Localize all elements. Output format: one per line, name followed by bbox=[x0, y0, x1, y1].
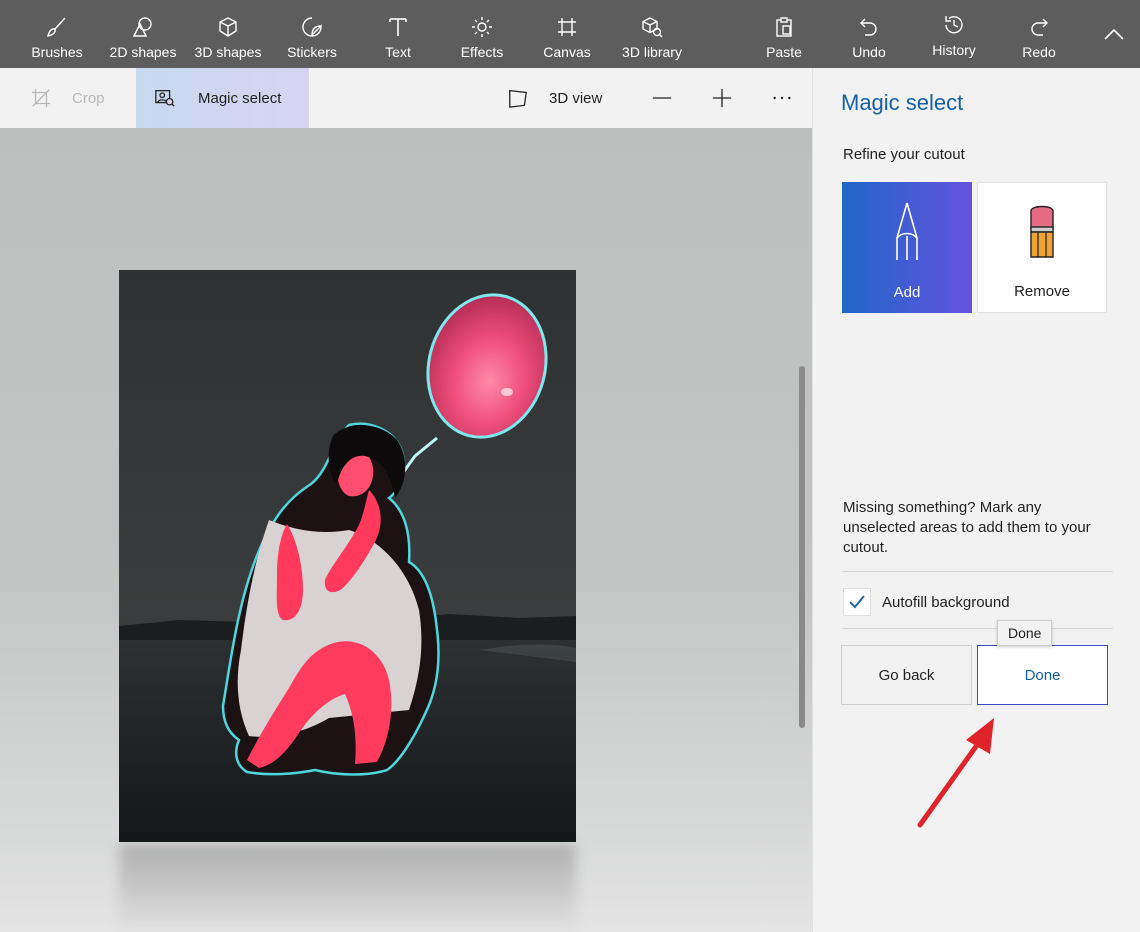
3d-view-label: 3D view bbox=[549, 89, 603, 107]
vertical-scrollbar[interactable] bbox=[799, 366, 805, 728]
add-label: Add bbox=[893, 284, 921, 301]
chevron-up-icon[interactable] bbox=[1102, 26, 1126, 42]
history-button[interactable]: History bbox=[928, 0, 980, 68]
crop-icon bbox=[31, 88, 51, 108]
more-icon bbox=[773, 96, 791, 100]
undo-label: Undo bbox=[852, 44, 886, 60]
divider bbox=[842, 571, 1113, 572]
magic-select-label: Magic select bbox=[198, 89, 282, 107]
cube-icon bbox=[219, 17, 237, 37]
text-icon bbox=[389, 18, 407, 36]
go-back-button[interactable]: Go back bbox=[841, 645, 972, 705]
annotation-arrow-icon bbox=[917, 718, 994, 828]
3d-library-label: 3D library bbox=[622, 44, 682, 60]
pencil-icon bbox=[896, 202, 918, 260]
2d-shapes-label: 2D shapes bbox=[109, 44, 177, 60]
photo-canvas[interactable] bbox=[119, 270, 576, 842]
top-toolbar: Brushes 2D shapes 3D shapes Stickers Tex… bbox=[0, 0, 1140, 68]
zoom-in-button[interactable] bbox=[710, 68, 734, 128]
more-options-button[interactable] bbox=[770, 68, 794, 128]
canvas-area[interactable] bbox=[0, 128, 812, 932]
2d-shapes-button[interactable]: 2D shapes bbox=[107, 0, 179, 68]
2d-shapes-icon bbox=[132, 17, 152, 37]
history-icon bbox=[945, 16, 963, 34]
canvas-label: Canvas bbox=[543, 44, 591, 60]
text-label: Text bbox=[385, 44, 411, 60]
stickers-button[interactable]: Stickers bbox=[284, 0, 340, 68]
paste-label: Paste bbox=[766, 44, 802, 60]
brush-icon bbox=[47, 17, 66, 37]
magic-select-button[interactable]: Magic select bbox=[136, 68, 309, 128]
redo-label: Redo bbox=[1022, 44, 1056, 60]
done-button[interactable]: Done bbox=[977, 645, 1108, 705]
autofill-background-checkbox[interactable]: Autofill background bbox=[843, 588, 1010, 616]
checkbox[interactable] bbox=[843, 588, 871, 616]
brushes-label: Brushes bbox=[31, 44, 83, 60]
3d-shapes-button[interactable]: 3D shapes bbox=[192, 0, 264, 68]
sun-icon bbox=[472, 17, 492, 37]
undo-icon bbox=[860, 18, 877, 36]
history-label: History bbox=[932, 42, 976, 58]
eraser-icon bbox=[1030, 205, 1054, 258]
redo-button[interactable]: Redo bbox=[1018, 0, 1060, 68]
effects-label: Effects bbox=[460, 44, 504, 60]
autofill-label: Autofill background bbox=[882, 593, 1010, 611]
canvas-icon bbox=[558, 18, 576, 36]
canvas-button[interactable]: Canvas bbox=[542, 0, 592, 68]
sticker-icon bbox=[302, 17, 322, 37]
done-tooltip: Done bbox=[997, 620, 1053, 646]
plus-icon bbox=[712, 88, 732, 108]
crop-button[interactable]: Crop bbox=[30, 68, 105, 128]
hint-text: Missing something? Mark any unselected a… bbox=[843, 499, 1091, 556]
effects-button[interactable]: Effects bbox=[458, 0, 506, 68]
paste-icon bbox=[776, 17, 792, 37]
3d-library-icon bbox=[642, 17, 663, 38]
3d-shapes-label: 3D shapes bbox=[194, 44, 262, 60]
add-mode-button[interactable]: Add bbox=[842, 182, 972, 313]
divider bbox=[842, 628, 1113, 629]
text-button[interactable]: Text bbox=[378, 0, 418, 68]
stickers-label: Stickers bbox=[287, 44, 337, 60]
paste-button[interactable]: Paste bbox=[763, 0, 805, 68]
panel-subtitle: Refine your cutout bbox=[843, 146, 965, 163]
photo-shadow bbox=[119, 844, 576, 932]
magic-select-icon bbox=[155, 90, 175, 107]
brushes-button[interactable]: Brushes bbox=[28, 0, 86, 68]
crop-label: Crop bbox=[72, 89, 105, 107]
undo-button[interactable]: Undo bbox=[848, 0, 890, 68]
secondary-toolbar: Crop Magic select 3D view bbox=[0, 68, 812, 128]
redo-icon bbox=[1031, 18, 1048, 36]
remove-label: Remove bbox=[1014, 283, 1070, 300]
minus-icon bbox=[652, 97, 672, 99]
3d-view-button[interactable]: 3D view bbox=[507, 68, 602, 128]
panel-title: Magic select bbox=[841, 90, 964, 115]
3d-library-button[interactable]: 3D library bbox=[618, 0, 686, 68]
checkmark-icon bbox=[849, 595, 865, 609]
remove-mode-button[interactable]: Remove bbox=[977, 182, 1107, 313]
3d-view-icon bbox=[509, 89, 527, 108]
zoom-out-button[interactable] bbox=[650, 68, 674, 128]
